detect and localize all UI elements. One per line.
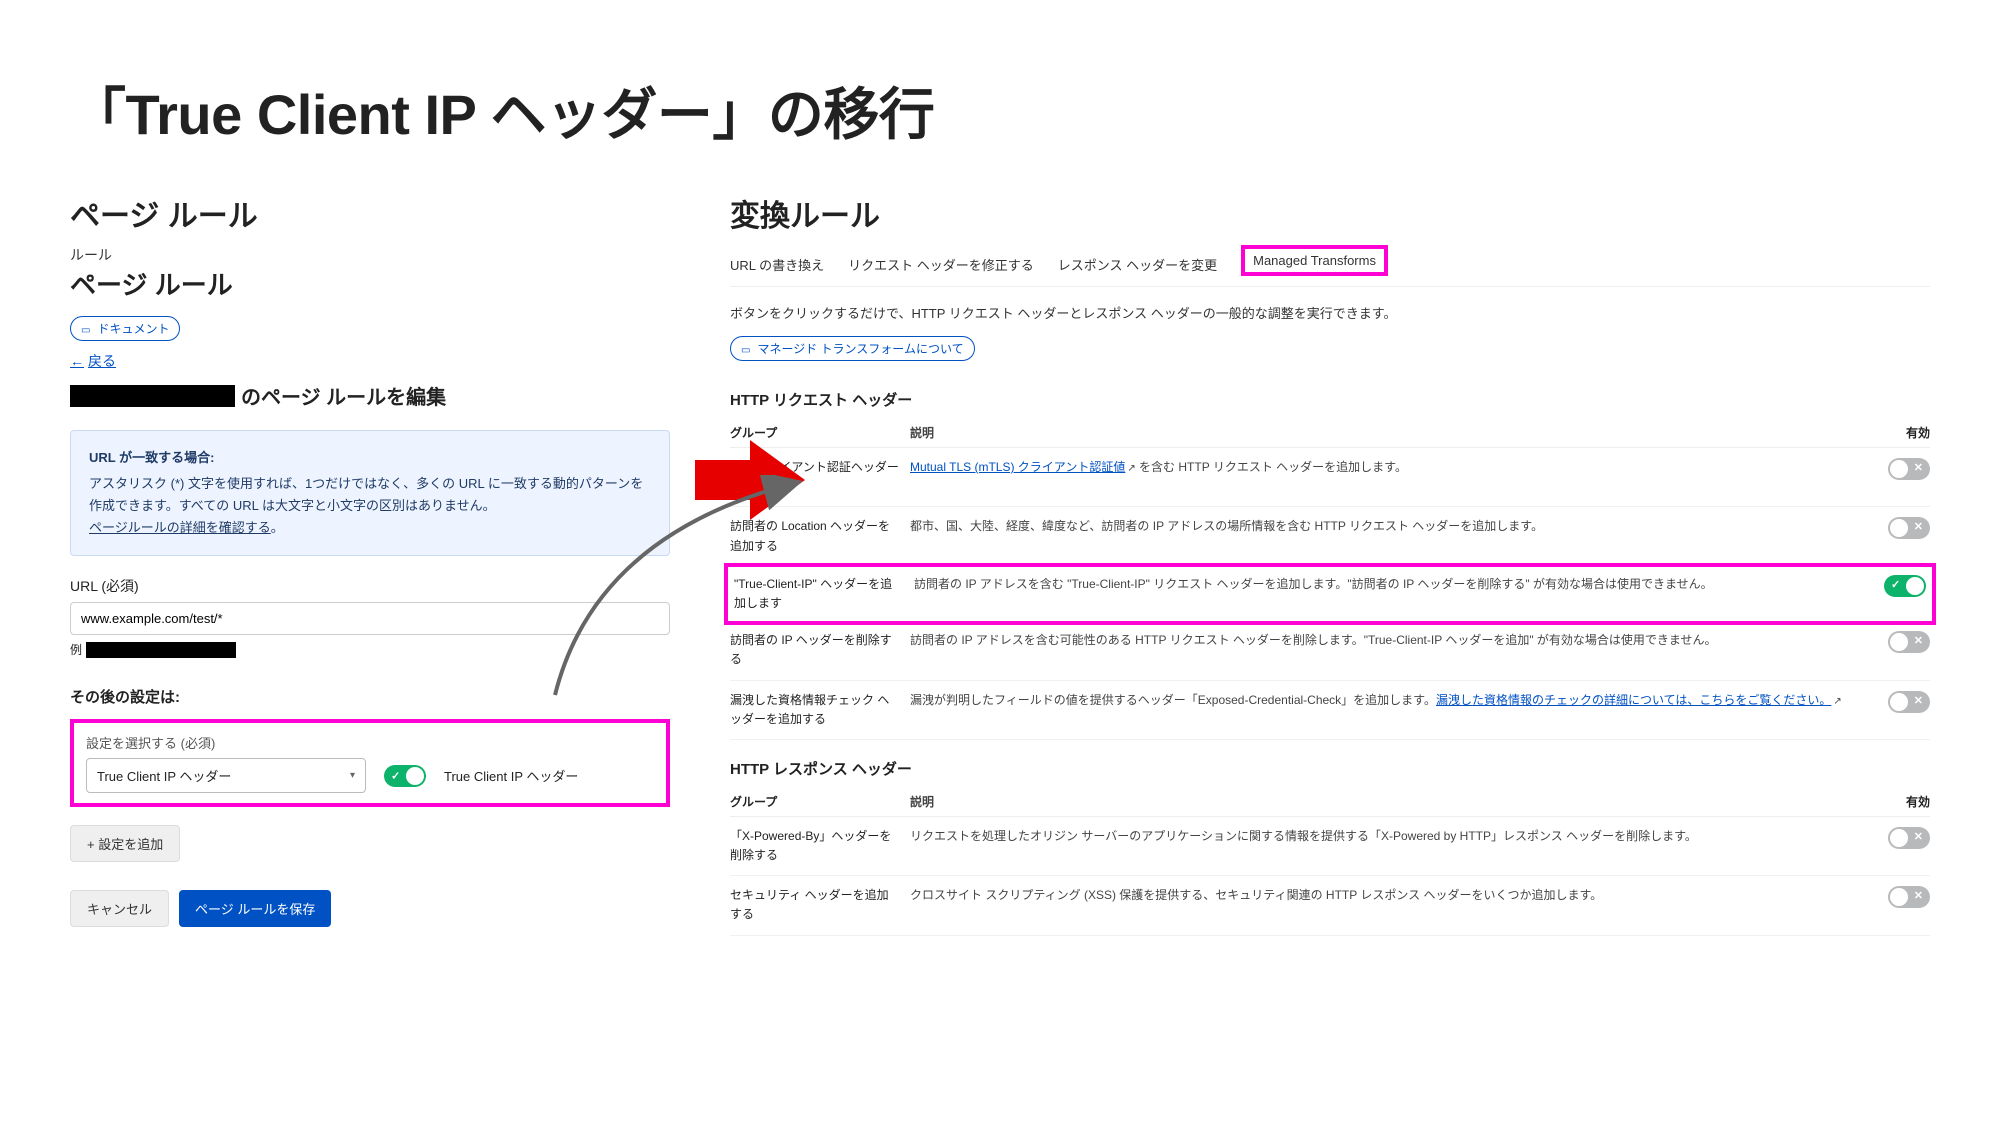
slide-title: 「True Client IP ヘッダー」の移行 (70, 70, 1930, 151)
highlighted-setting: 設定を選択する (必須) True Client IP ヘッダー ▾ ✓ Tru… (70, 719, 670, 807)
row-description: 訪問者の IP アドレスを含む "True-Client-IP" リクエスト ヘ… (914, 575, 1870, 594)
add-setting-button[interactable]: + 設定を追加 (70, 825, 180, 862)
col-enabled: 有効 (1874, 793, 1930, 810)
row-link[interactable]: Mutual TLS (mTLS) クライアント認証値 (910, 460, 1125, 474)
redacted-example (86, 642, 236, 658)
back-link[interactable]: ← 戻る (70, 351, 116, 371)
info-more-link[interactable]: ページルールの詳細を確認する (89, 520, 271, 535)
setting-toggle[interactable]: ✓ (384, 765, 426, 787)
table-row: 訪問者の IP ヘッダーを削除する訪問者の IP アドレスを含む可能性のある H… (730, 621, 1930, 680)
setting-toggle-label: True Client IP ヘッダー (444, 766, 578, 785)
table-row: "True-Client-IP" ヘッダーを追加します訪問者の IP アドレスを… (724, 563, 1936, 625)
info-body: アスタリスク (*) 文字を使用すれば、1つだけではなく、多くの URL に一致… (89, 473, 651, 517)
settings-heading: その後の設定は: (70, 686, 670, 707)
tab-3[interactable]: Managed Transforms (1241, 245, 1388, 276)
transforms-description: ボタンをクリックするだけで、HTTP リクエスト ヘッダーとレスポンス ヘッダー… (730, 303, 1930, 322)
table-row: 「X-Powered-By」ヘッダーを削除するリクエストを処理したオリジン サー… (730, 817, 1930, 876)
row-description: リクエストを処理したオリジン サーバーのアプリケーションに関する情報を提供する「… (910, 827, 1874, 846)
table-row: 訪問者の Location ヘッダーを追加する都市、国、大陸、経度、緯度など、訪… (730, 507, 1930, 566)
tab-2[interactable]: レスポンス ヘッダーを変更 (1058, 255, 1217, 276)
left-section-title: ページ ルール (70, 191, 670, 235)
col-desc: 説明 (910, 793, 1874, 810)
redacted-name (70, 385, 235, 407)
table-row: セキュリティ ヘッダーを追加するクロスサイト スクリプティング (XSS) 保護… (730, 876, 1930, 935)
row-description: 都市、国、大陸、経度、緯度など、訪問者の IP アドレスの場所情報を含む HTT… (910, 517, 1874, 536)
doc-badge-label: マネージド トランスフォームについて (757, 340, 963, 357)
red-arrow-icon (695, 440, 805, 520)
col-enabled: 有効 (1874, 424, 1930, 441)
external-link-icon: ↗ (1833, 696, 1841, 707)
documentation-badge[interactable]: ドキュメント (70, 316, 180, 341)
transform-tabs: URL の書き換え リクエスト ヘッダーを修正する レスポンス ヘッダーを変更 Man… (730, 245, 1930, 287)
row-description: 漏洩が判明したフィールドの値を提供するヘッダー「Exposed-Credenti… (910, 691, 1874, 710)
documentation-label: ドキュメント (97, 320, 169, 337)
select-label: 設定を選択する (必須) (86, 733, 654, 752)
col-group: グループ (730, 424, 910, 441)
row-description: Mutual TLS (mTLS) クライアント認証値↗ を含む HTTP リク… (910, 458, 1874, 477)
row-toggle[interactable]: ✕ (1888, 631, 1930, 653)
save-button[interactable]: ページ ルールを保存 (179, 890, 331, 927)
chevron-down-icon: ▾ (350, 770, 355, 781)
left-panel: ページ ルール ルール ページ ルール ドキュメント ← 戻る のページ ルール… (70, 191, 670, 927)
row-toggle[interactable]: ✕ (1888, 517, 1930, 539)
col-desc: 説明 (910, 424, 1874, 441)
right-panel: 変換ルール URL の書き換え リクエスト ヘッダーを修正する レスポンス ヘッダー… (730, 191, 1930, 936)
col-group: グループ (730, 793, 910, 810)
page-title: ページ ルール (70, 265, 670, 302)
row-toggle[interactable]: ✕ (1888, 827, 1930, 849)
breadcrumb: ルール (70, 245, 670, 265)
edit-rule-title: のページ ルールを編集 (70, 381, 670, 410)
row-group-label: "True-Client-IP" ヘッダーを追加します (734, 575, 914, 613)
group-heading: HTTP リクエスト ヘッダー (730, 389, 1930, 410)
edit-suffix: のページ ルールを編集 (241, 381, 446, 410)
table-row: TLS クライアント認証ヘッダーを追加するMutual TLS (mTLS) ク… (730, 448, 1930, 507)
row-toggle[interactable]: ✕ (1888, 458, 1930, 480)
url-example: 例 (70, 641, 670, 658)
setting-select[interactable]: True Client IP ヘッダー ▾ (86, 758, 366, 793)
row-toggle[interactable]: ✕ (1888, 691, 1930, 713)
tab-0[interactable]: URL の書き換え (730, 255, 824, 276)
info-box: URL が一致する場合: アスタリスク (*) 文字を使用すれば、1つだけではな… (70, 430, 670, 556)
row-description: 訪問者の IP アドレスを含む可能性のある HTTP リクエスト ヘッダーを削除… (910, 631, 1874, 650)
url-label: URL (必須) (70, 576, 670, 596)
row-group-label: 「X-Powered-By」ヘッダーを削除する (730, 827, 910, 865)
row-group-label: 訪問者の IP ヘッダーを削除する (730, 631, 910, 669)
select-value: True Client IP ヘッダー (97, 766, 231, 785)
tab-1[interactable]: リクエスト ヘッダーを修正する (848, 255, 1034, 276)
url-input[interactable] (70, 602, 670, 635)
group-heading: HTTP レスポンス ヘッダー (730, 758, 1930, 779)
row-toggle[interactable]: ✓ (1884, 575, 1926, 597)
row-description: クロスサイト スクリプティング (XSS) 保護を提供する、セキュリティ関連の … (910, 886, 1874, 905)
row-link[interactable]: 漏洩した資格情報のチェックの詳細については、こちらをご覧ください。 (1436, 693, 1831, 707)
cancel-button[interactable]: キャンセル (70, 890, 169, 927)
right-section-title: 変換ルール (730, 191, 1930, 235)
table-row: 漏洩した資格情報チェック ヘッダーを追加する漏洩が判明したフィールドの値を提供す… (730, 681, 1930, 740)
info-heading: URL が一致する場合: (89, 447, 651, 469)
external-link-icon: ↗ (1127, 463, 1135, 474)
managed-transforms-doc-badge[interactable]: マネージド トランスフォームについて (730, 336, 975, 361)
row-group-label: 訪問者の Location ヘッダーを追加する (730, 517, 910, 555)
row-toggle[interactable]: ✕ (1888, 886, 1930, 908)
row-group-label: セキュリティ ヘッダーを追加する (730, 886, 910, 924)
row-group-label: 漏洩した資格情報チェック ヘッダーを追加する (730, 691, 910, 729)
